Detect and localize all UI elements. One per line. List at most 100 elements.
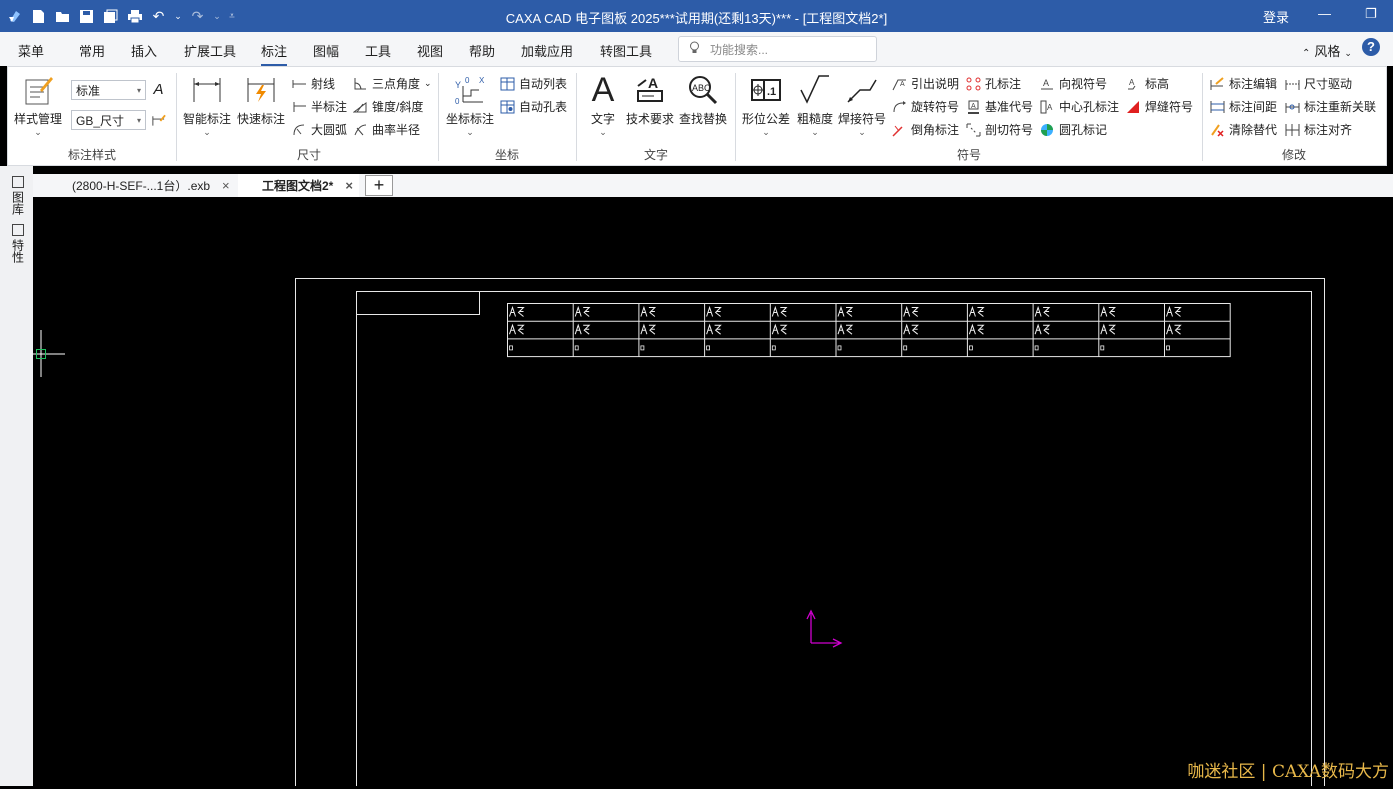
save-icon[interactable] (78, 8, 95, 25)
roughness-button[interactable]: 粗糙度 ⌄ (797, 73, 833, 137)
text-style-combo[interactable]: 标准▾ (71, 80, 146, 100)
ucs-icon (807, 611, 841, 647)
save-all-icon[interactable] (102, 8, 119, 25)
document-tab-2[interactable]: 工程图文档2* × (238, 174, 359, 197)
chevron-down-icon: ⌄ (1344, 48, 1352, 58)
left-side-panel: 图库 特性 (0, 166, 33, 786)
dim-style-settings-button[interactable] (151, 112, 166, 127)
undo-icon[interactable]: ↶ (150, 8, 167, 25)
weld-symbol-button[interactable]: 焊接符号 ⌄ (838, 73, 886, 137)
menu-view[interactable]: 视图 (417, 41, 443, 60)
properties-tab[interactable]: 特性 (10, 224, 26, 263)
chamfer-dim-button[interactable]: 倒角标注 (892, 121, 959, 138)
dropdown-arrow-icon: ▾ (137, 116, 141, 125)
datum-code-button[interactable]: A 基准代号 (966, 98, 1033, 115)
app-logo-icon[interactable] (6, 8, 23, 25)
collapse-ribbon-icon[interactable]: ⌃ (1302, 48, 1310, 59)
menu-annotation[interactable]: 标注 (261, 41, 287, 60)
library-tab[interactable]: 图库 (10, 176, 26, 215)
taper-slope-button[interactable]: 锥度/斜度 (353, 98, 423, 115)
table-cell-glyph (510, 325, 524, 334)
redo-icon[interactable]: ↷ (189, 8, 206, 25)
document-tab-1[interactable]: (2800-H-SEF-...1台）.exb × (66, 174, 230, 197)
menu-tools[interactable]: 工具 (365, 41, 391, 60)
menu-convert-tools[interactable]: 转图工具 (600, 41, 652, 60)
close-icon[interactable]: × (222, 178, 230, 193)
drawing-svg (33, 197, 1393, 786)
text-style-settings-button[interactable]: A (151, 82, 166, 97)
undo-dropdown-icon[interactable]: ⌄ (174, 8, 182, 25)
help-icon[interactable]: ? (1362, 38, 1380, 56)
menu-extend-tools[interactable]: 扩展工具 (184, 41, 236, 60)
center-hole-button[interactable]: A 中心孔标注 (1040, 98, 1119, 115)
leader-button[interactable]: A 引出说明 (892, 75, 959, 92)
print-icon[interactable] (126, 8, 143, 25)
close-icon[interactable]: × (345, 178, 353, 193)
weld-seam-button[interactable]: 焊缝符号 (1126, 98, 1193, 115)
center-hole-label: 中心孔标注 (1059, 98, 1119, 115)
tech-req-icon: A (633, 73, 667, 107)
text-style-icon: A (151, 82, 166, 97)
style-selector[interactable]: ⌃风格⌄ (1302, 41, 1352, 60)
quick-dim-button[interactable]: 快速标注 (237, 73, 285, 127)
svg-text:0: 0 (465, 76, 470, 85)
menu-load-apps[interactable]: 加载应用 (521, 41, 573, 60)
dim-style-combo[interactable]: GB_尺寸▾ (71, 110, 146, 130)
style-manager-button[interactable]: 样式管理 ⌄ (14, 73, 62, 137)
round-hole-mark-button[interactable]: 圆孔标记 (1040, 121, 1107, 138)
elevation-button[interactable]: A 标高 (1126, 75, 1169, 92)
tech-req-button[interactable]: A 技术要求 (626, 73, 674, 127)
new-file-icon[interactable] (30, 8, 47, 25)
auto-list-button[interactable]: 自动列表 (500, 75, 567, 92)
clear-override-button[interactable]: 清除替代 (1210, 121, 1277, 138)
drawing-canvas[interactable] (33, 197, 1393, 786)
weld-symbol-label: 焊接符号 (838, 110, 886, 127)
menu-help[interactable]: 帮助 (469, 41, 495, 60)
dim-spacing-button[interactable]: 标注间距 (1210, 98, 1277, 115)
restore-icon[interactable]: ❐ (1365, 6, 1377, 22)
properties-icon (12, 224, 24, 236)
three-point-angle-button[interactable]: 三点角度⌄ (353, 75, 432, 92)
login-button[interactable]: 登录 (1263, 7, 1289, 26)
group-separator (438, 73, 439, 161)
menu-common[interactable]: 常用 (79, 41, 105, 60)
menu-frame[interactable]: 图幅 (313, 41, 339, 60)
smart-dim-button[interactable]: 智能标注 ⌄ (183, 73, 231, 137)
function-search-input[interactable]: 功能搜索... (678, 36, 877, 62)
table-cell-glyph (1035, 325, 1049, 334)
hole-dim-button[interactable]: 孔标注 (966, 75, 1021, 92)
document-tab-label: 工程图文档2* (262, 177, 333, 194)
redo-dropdown-icon[interactable]: ⌄ (213, 8, 221, 25)
customize-quick-access-icon[interactable]: ⩡ (228, 8, 236, 25)
table-cell-glyph (641, 308, 655, 317)
rotate-symbol-button[interactable]: 旋转符号 (892, 98, 959, 115)
text-button[interactable]: A 文字 ⌄ (586, 73, 620, 137)
dim-drive-button[interactable]: 尺寸驱动 (1285, 75, 1352, 92)
find-replace-button[interactable]: ABC 查找替换 (679, 73, 727, 127)
table-cell-glyph (1167, 308, 1181, 317)
curve-radius-button[interactable]: 曲率半径 (353, 121, 420, 138)
menu-insert[interactable]: 插入 (131, 41, 157, 60)
coord-dim-icon: Y0X0 (453, 73, 487, 107)
coord-dim-button[interactable]: Y0X0 坐标标注 ⌄ (446, 73, 494, 137)
new-tab-button[interactable]: + (365, 175, 393, 196)
group-label-style: 标注样式 (68, 146, 116, 163)
table-cell-glyph (838, 308, 852, 317)
dim-align-button[interactable]: 标注对齐 (1285, 121, 1352, 138)
dim-edit-label: 标注编辑 (1229, 75, 1277, 92)
dim-reassoc-label: 标注重新关联 (1304, 98, 1376, 115)
open-folder-icon[interactable] (54, 8, 71, 25)
menu-main[interactable]: 菜单 (18, 41, 44, 60)
geo-tol-button[interactable]: .1 形位公差 ⌄ (742, 73, 790, 137)
section-symbol-button[interactable]: 剖切符号 (966, 121, 1033, 138)
half-dim-button[interactable]: 半标注 (292, 98, 347, 115)
leader-label: 引出说明 (911, 75, 959, 92)
dim-reassoc-button[interactable]: 标注重新关联 (1285, 98, 1376, 115)
auto-hole-table-button[interactable]: 自动孔表 (500, 98, 567, 115)
minimize-icon[interactable]: — (1318, 6, 1331, 21)
search-placeholder: 功能搜索... (710, 41, 768, 58)
view-symbol-button[interactable]: A 向视符号 (1040, 75, 1107, 92)
ray-button[interactable]: 射线 (292, 75, 335, 92)
dim-edit-button[interactable]: 标注编辑 (1210, 75, 1277, 92)
big-arc-button[interactable]: 大圆弧 (292, 121, 347, 138)
